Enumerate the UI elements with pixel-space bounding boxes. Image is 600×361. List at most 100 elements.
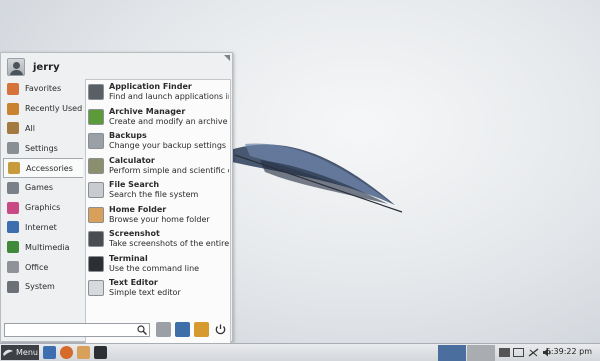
- workspace-2[interactable]: [467, 345, 495, 361]
- terminal-icon: [88, 255, 104, 272]
- backup-icon: [88, 133, 104, 150]
- app-name: Text Editor: [109, 278, 158, 288]
- home-folder-icon: [88, 206, 104, 223]
- app-item-archive-manager[interactable]: Archive Manager Create and modify an arch…: [86, 105, 230, 130]
- camera-icon: [88, 231, 104, 248]
- app-name: Application Finder: [109, 82, 192, 92]
- app-description: Perform simple and scientific calc...: [109, 165, 229, 175]
- app-name: File Search: [109, 180, 160, 190]
- accessories-icon: [8, 162, 20, 175]
- category-office[interactable]: Office: [3, 257, 83, 277]
- avatar[interactable]: [7, 58, 25, 76]
- category-settings[interactable]: Settings: [3, 138, 83, 158]
- app-item-home-folder[interactable]: Home Folder Browse your home folder: [86, 203, 230, 228]
- application-menu: jerry Favorites Recently Used All Settings A…: [0, 52, 233, 361]
- recently-used-icon: [7, 102, 19, 115]
- feather-logo-icon: [3, 349, 13, 356]
- all-icon: [7, 122, 19, 135]
- games-icon: [7, 181, 19, 194]
- logout-button[interactable]: [213, 322, 228, 337]
- app-description: Use the command line: [109, 263, 200, 273]
- app-text: Backups Change your backup settings: [109, 131, 229, 151]
- app-text: Terminal Use the command line: [109, 254, 229, 274]
- app-description: Search the file system: [109, 190, 199, 200]
- category-label: Office: [25, 262, 49, 272]
- text-editor-icon: [88, 280, 104, 297]
- feather-wallpaper: [230, 143, 403, 213]
- app-finder-icon: [88, 84, 104, 101]
- category-label: Internet: [25, 222, 57, 232]
- category-label: Settings: [25, 143, 58, 153]
- category-label: Recently Used: [25, 104, 83, 114]
- category-label: All: [25, 123, 35, 133]
- category-all[interactable]: All: [3, 119, 83, 139]
- menu-button[interactable]: Menu: [1, 345, 39, 360]
- app-description: Change your backup settings: [109, 141, 227, 151]
- category-system[interactable]: System: [3, 277, 83, 297]
- app-item-file-search[interactable]: File Search Search the file system: [86, 178, 230, 203]
- app-text: Screenshot Take screenshots of the entire…: [109, 229, 229, 249]
- app-name: Screenshot: [109, 229, 160, 239]
- user-name: jerry: [33, 61, 60, 73]
- app-name: Backups: [109, 131, 147, 141]
- category-internet[interactable]: Internet: [3, 218, 83, 238]
- app-text: Application Finder Find and launch applic…: [109, 82, 229, 102]
- app-text: Home Folder Browse your home folder: [109, 205, 229, 225]
- desktop-launcher[interactable]: [43, 346, 56, 359]
- category-label: System: [25, 282, 55, 292]
- settings-manager-button[interactable]: [156, 322, 171, 337]
- power-icon: [215, 324, 226, 335]
- system-icon: [7, 280, 19, 293]
- user-row: jerry: [7, 57, 60, 77]
- app-description: Browse your home folder: [109, 214, 210, 224]
- category-recently-used[interactable]: Recently Used: [3, 99, 83, 119]
- search-input[interactable]: [4, 323, 150, 337]
- category-accessories[interactable]: Accessories: [3, 158, 83, 178]
- app-name: Calculator: [109, 155, 155, 165]
- network-disconnected-icon[interactable]: [528, 348, 539, 357]
- category-label: Accessories: [26, 163, 73, 173]
- app-description: Create and modify an archive: [109, 116, 228, 126]
- app-text: Calculator Perform simple and scientific …: [109, 156, 229, 176]
- application-list: Application Finder Find and launch applic…: [85, 79, 231, 361]
- category-multimedia[interactable]: Multimedia: [3, 237, 83, 257]
- favorites-icon: [7, 82, 19, 95]
- search-icon: [137, 325, 147, 335]
- app-name: Home Folder: [109, 204, 167, 214]
- battery-icon[interactable]: [513, 348, 524, 357]
- app-item-backups[interactable]: Backups Change your backup settings: [86, 129, 230, 154]
- app-text: Archive Manager Create and modify an arch…: [109, 107, 229, 127]
- category-graphics[interactable]: Graphics: [3, 198, 83, 218]
- archive-icon: [88, 108, 104, 125]
- app-item-application-finder[interactable]: Application Finder Find and launch applic…: [86, 80, 230, 105]
- file-manager-launcher[interactable]: [77, 346, 90, 359]
- category-games[interactable]: Games: [3, 178, 83, 198]
- category-favorites[interactable]: Favorites: [3, 79, 83, 99]
- switch-user-button[interactable]: [194, 322, 209, 337]
- terminal-launcher[interactable]: [94, 346, 107, 359]
- category-label: Games: [25, 183, 53, 193]
- multimedia-icon: [7, 241, 19, 254]
- clock[interactable]: 5:39:22 pm: [546, 347, 592, 356]
- app-item-calculator[interactable]: Calculator Perform simple and scientific …: [86, 154, 230, 179]
- app-description: Take screenshots of the entire scr...: [109, 239, 229, 249]
- category-label: Favorites: [25, 84, 62, 94]
- app-description: Find and launch applications inst...: [109, 92, 229, 102]
- keyboard-icon[interactable]: [499, 348, 510, 357]
- workspace-1[interactable]: [438, 345, 466, 361]
- firefox-launcher[interactable]: [60, 346, 73, 359]
- app-name: Terminal: [109, 253, 148, 263]
- taskbar: Menu 5:39:22 pm: [0, 343, 600, 361]
- settings-icon: [7, 142, 19, 155]
- app-name: Archive Manager: [109, 106, 186, 116]
- internet-icon: [7, 221, 19, 234]
- app-text: File Search Search the file system: [109, 180, 229, 200]
- menu-button-label: Menu: [16, 348, 38, 357]
- resize-grip[interactable]: [224, 55, 230, 61]
- category-list: Favorites Recently Used All Settings Accesso…: [3, 79, 83, 297]
- app-item-screenshot[interactable]: Screenshot Take screenshots of the entire…: [86, 227, 230, 252]
- app-item-terminal[interactable]: Terminal Use the command line: [86, 252, 230, 277]
- graphics-icon: [7, 201, 19, 214]
- app-item-text-editor[interactable]: Text Editor Simple text editor: [86, 276, 230, 301]
- lock-screen-button[interactable]: [175, 322, 190, 337]
